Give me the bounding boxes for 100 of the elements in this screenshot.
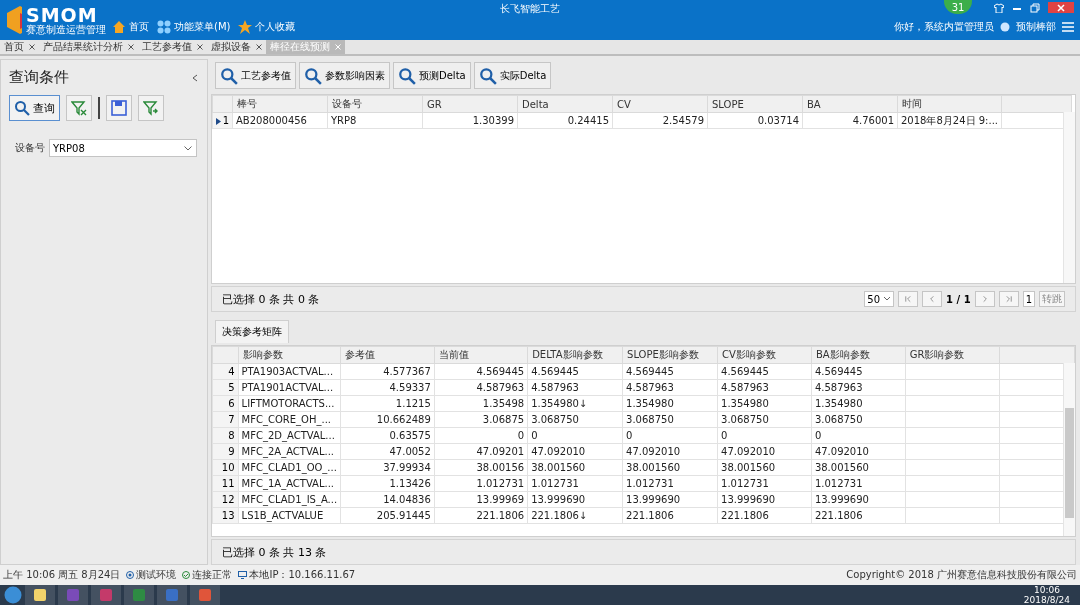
logo-icon [6, 5, 22, 35]
go-button[interactable]: 转跳 [1039, 291, 1065, 308]
page-tab[interactable]: 虚拟设备 [207, 40, 266, 54]
column-header[interactable]: CV [612, 95, 708, 113]
greeting-text: 你好，系统内置管理员 [894, 20, 994, 34]
table-cell: 0.03714 [707, 112, 803, 129]
column-header[interactable]: 设备号 [327, 95, 423, 113]
table-cell: 1.354980↓ [527, 395, 623, 412]
taskbar-app-button[interactable] [25, 585, 55, 605]
table-cell: 1.354980 [811, 395, 906, 412]
table-cell: 38.001560 [811, 459, 906, 476]
nav-item[interactable]: 首页 [112, 20, 149, 34]
search-icon [398, 66, 416, 85]
page-tab[interactable]: 工艺参考值 [138, 40, 207, 54]
app-icon [165, 588, 179, 602]
column-header[interactable]: GR影响参数 [905, 346, 1000, 364]
column-header[interactable]: SLOPE [707, 95, 803, 113]
column-header[interactable]: GR [422, 95, 518, 113]
app-icon [198, 588, 212, 602]
window-title: 长飞智能工艺 [500, 2, 560, 16]
table-cell: 13.999690 [811, 491, 906, 508]
action-button[interactable]: 预测Delta [393, 62, 471, 89]
action-button[interactable]: 工艺参考值 [215, 62, 296, 89]
nav-item[interactable]: 个人收藏 [238, 20, 296, 34]
column-header[interactable]: 参考值 [340, 346, 435, 364]
page-tab[interactable]: 产品结果统计分析 [39, 40, 138, 54]
target-icon [126, 571, 135, 579]
scrollbar[interactable] [1063, 112, 1075, 284]
table-cell: PTA1901ACTVAL... [238, 379, 341, 396]
table-cell: 13.999690 [717, 491, 812, 508]
close-icon[interactable] [29, 44, 35, 50]
table-cell: 205.91445 [340, 507, 435, 524]
scrollbar-thumb[interactable] [1065, 408, 1074, 518]
column-header[interactable]: DELTA影响参数 [527, 346, 623, 364]
table-cell: 47.092010 [622, 443, 718, 460]
column-header[interactable]: BA影响参数 [811, 346, 906, 364]
shirt-icon[interactable] [994, 2, 1004, 13]
matrix-tab[interactable]: 决策参考矩阵 [215, 320, 289, 343]
table-cell: 4.587963 [717, 379, 812, 396]
search-icon [304, 66, 322, 85]
column-header[interactable]: 影响参数 [238, 346, 341, 364]
selection-summary: 已选择 0 条 共 0 条 [222, 291, 320, 307]
table-cell: MFC_2A_ACTVAL... [238, 443, 341, 460]
chevron-down-icon [184, 145, 192, 151]
table-cell: 3.068750 [811, 411, 906, 428]
page-size-select[interactable]: 50 [864, 291, 895, 308]
column-header[interactable]: CV影响参数 [717, 346, 812, 364]
close-icon[interactable] [197, 44, 203, 50]
menu-icon[interactable] [1062, 22, 1074, 32]
apply-filter-button[interactable] [138, 95, 164, 121]
column-header[interactable]: SLOPE影响参数 [622, 346, 718, 364]
department-link[interactable]: 预制棒部 [1016, 20, 1056, 34]
table-cell: 4.76001 [802, 112, 898, 129]
column-header[interactable]: Delta [517, 95, 613, 113]
column-header[interactable]: BA [802, 95, 898, 113]
search-icon [220, 66, 238, 85]
restore-icon[interactable] [1030, 2, 1040, 13]
table-cell: 0.24415 [517, 112, 613, 129]
close-icon[interactable] [256, 44, 262, 50]
page-tab[interactable]: 首页 [0, 40, 39, 54]
clear-filter-button[interactable] [66, 95, 92, 121]
field-label: 设备号 [15, 141, 45, 155]
start-icon[interactable] [4, 586, 22, 604]
table-cell: 221.1806 [811, 507, 906, 524]
table-cell: 1.012731 [717, 475, 812, 492]
table-cell: 221.1806 [622, 507, 718, 524]
clock-date: 2018/8/24 [1023, 595, 1070, 605]
skip-right-icon [1004, 294, 1013, 303]
column-header[interactable]: 时间 [897, 95, 1002, 113]
action-button[interactable]: 参数影响因素 [299, 62, 390, 89]
scrollbar[interactable] [1063, 363, 1075, 537]
column-header[interactable]: 棒号 [232, 95, 328, 113]
page-number-field[interactable]: 1 [1022, 291, 1035, 308]
table-cell: 10.662489 [340, 411, 435, 428]
table-cell: 221.1806 [434, 507, 528, 524]
nav-item[interactable]: 功能菜单(M) [157, 20, 231, 34]
table-cell: 0.63575 [340, 427, 435, 444]
monitor-icon [238, 571, 248, 579]
table-cell: 0 [717, 427, 812, 444]
search-button[interactable]: 查询 [9, 95, 60, 121]
close-icon [1057, 3, 1065, 12]
filter-icon [143, 100, 159, 116]
check-circle-icon [182, 571, 191, 579]
table-cell: 221.1806↓ [527, 507, 623, 524]
action-button[interactable]: 实际Delta [473, 62, 552, 89]
filter-clear-icon [71, 100, 87, 116]
close-button[interactable] [1048, 2, 1074, 13]
close-icon[interactable] [128, 44, 134, 50]
table-cell: 1.012731 [527, 475, 623, 492]
column-header[interactable]: 当前值 [434, 346, 528, 364]
collapse-icon[interactable] [191, 73, 199, 82]
save-filter-button[interactable] [106, 95, 132, 121]
table-cell: 4.569445 [527, 363, 623, 380]
table-cell: 1.354980 [622, 395, 718, 412]
table-cell: 3.068750 [717, 411, 812, 428]
table-cell: YRP8 [327, 112, 423, 129]
device-select[interactable]: YRP08 [49, 139, 197, 157]
table-cell: 3.068750 [622, 411, 718, 428]
table-cell: MFC_CORE_OH_... [238, 411, 341, 428]
chevron-left-icon [928, 294, 937, 303]
